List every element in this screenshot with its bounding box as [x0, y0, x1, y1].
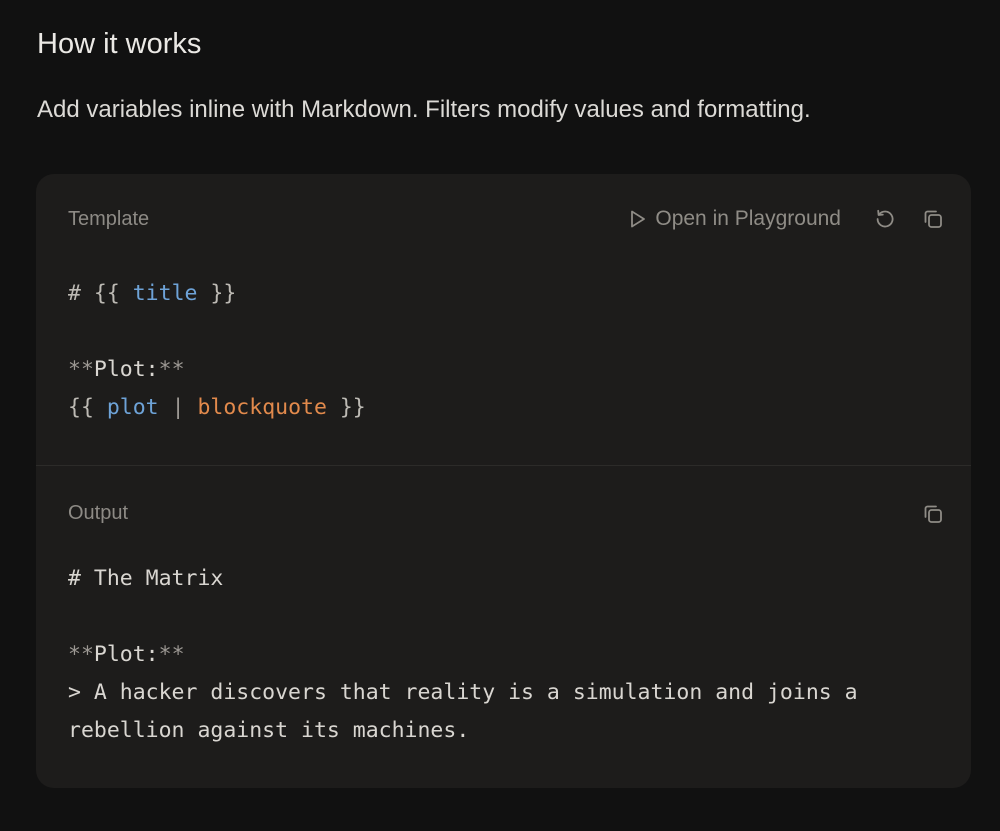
example-card: Template Open in Playground # {{title}… — [36, 174, 971, 788]
play-icon — [631, 210, 646, 228]
bold-text: Plot: — [93, 642, 159, 667]
brace-close: }} — [197, 281, 237, 306]
output-panel: Output # The Matrix​**Plot:**> A hacker … — [36, 466, 971, 788]
code-line: # {{ title }} — [68, 275, 366, 313]
page-title: How it works — [37, 28, 202, 60]
code-line-blank: ​ — [68, 598, 858, 636]
reset-icon — [876, 209, 894, 228]
reset-button[interactable] — [873, 205, 897, 233]
copy-output-button[interactable] — [921, 500, 945, 528]
brace-close: }} — [326, 395, 366, 420]
template-label: Template — [68, 208, 150, 230]
output-line: # The Matrix — [68, 566, 224, 591]
brace-open: {{ — [68, 395, 107, 420]
copy-template-button[interactable] — [921, 205, 945, 233]
open-in-playground-button[interactable]: Open in Playground — [629, 205, 841, 233]
variable-plot: plot — [106, 395, 159, 420]
bold-marker: ** — [68, 642, 94, 667]
heading-marker: # — [68, 281, 94, 306]
bold-marker: ** — [158, 357, 185, 382]
copy-icon — [924, 505, 942, 523]
template-actions: Open in Playground — [629, 205, 945, 233]
filter-blockquote: blockquote — [197, 395, 327, 420]
output-line: > A hacker discovers that reality is a s… — [68, 680, 858, 705]
template-code: # {{ title }}​**Plot:**{{ plot | blockqu… — [68, 275, 366, 427]
filter-pipe: | — [158, 395, 198, 420]
page-description: Add variables inline with Markdown. Filt… — [37, 96, 811, 123]
code-line-blank: ​ — [68, 313, 366, 351]
bold-marker: ** — [158, 642, 185, 667]
open-in-playground-label: Open in Playground — [655, 207, 841, 230]
code-line: **Plot:** — [68, 351, 366, 389]
bold-marker: ** — [68, 357, 94, 382]
bold-text: Plot: — [93, 357, 159, 382]
output-label: Output — [68, 502, 129, 524]
variable-title: title — [132, 281, 198, 306]
brace-open: {{ — [93, 281, 133, 306]
output-line: **Plot:** — [68, 636, 858, 674]
output-actions — [921, 500, 945, 528]
copy-icon — [924, 210, 942, 228]
code-line: {{ plot | blockquote }} — [68, 389, 366, 427]
template-panel: Template Open in Playground # {{title}… — [36, 174, 971, 466]
output-code: # The Matrix​**Plot:**> A hacker discove… — [68, 560, 858, 750]
output-line: rebellion against its machines. — [68, 718, 470, 743]
